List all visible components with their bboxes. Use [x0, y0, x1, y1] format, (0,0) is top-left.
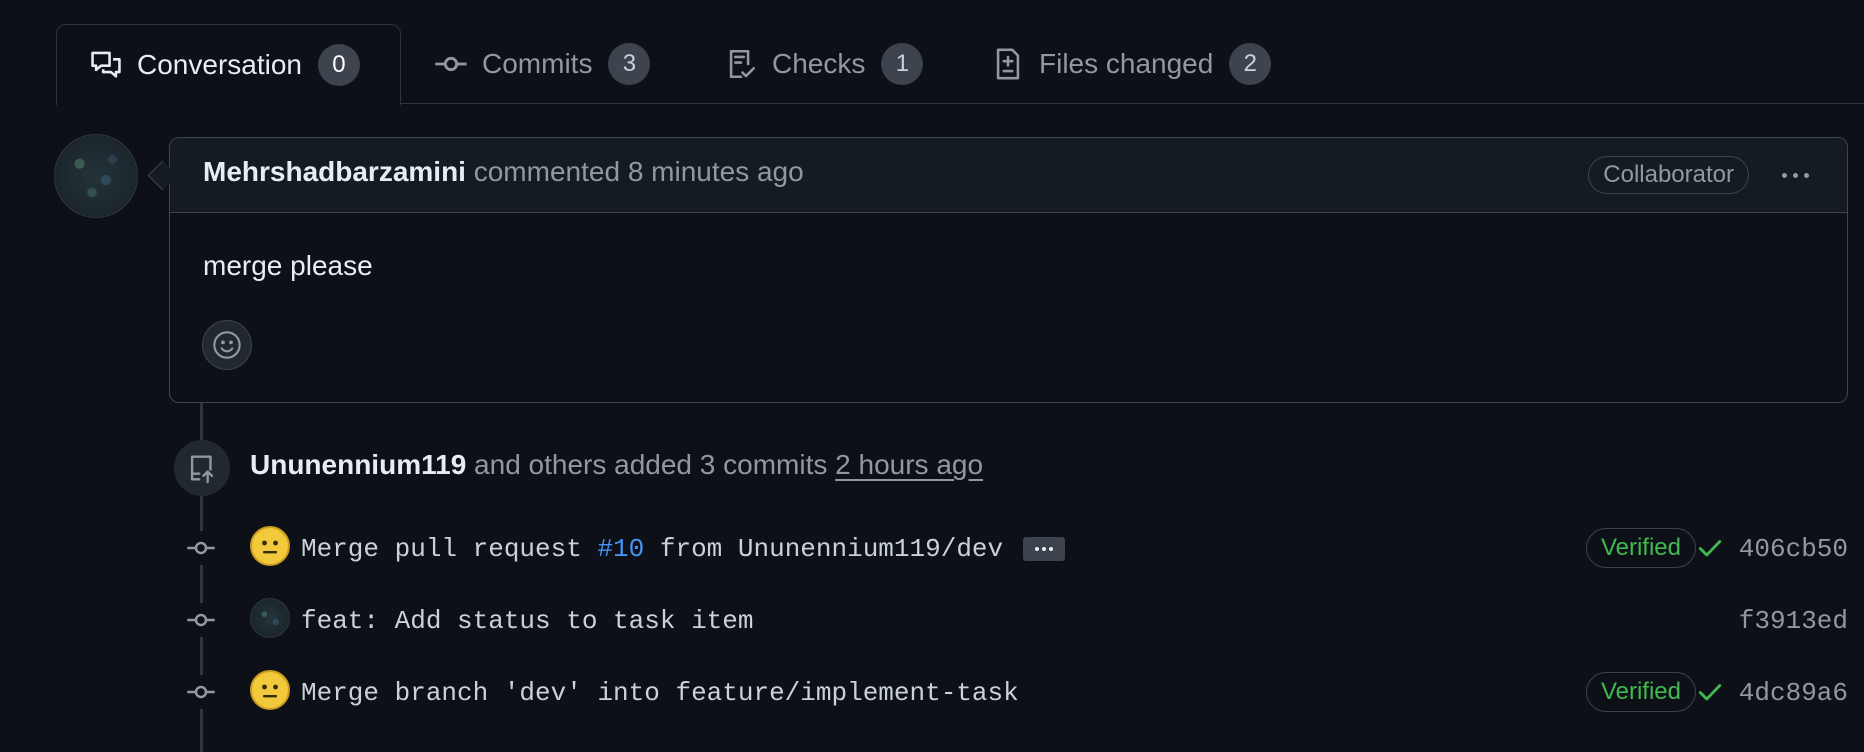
check-icon[interactable]	[1697, 679, 1723, 705]
checklist-icon	[729, 49, 756, 79]
commit-author-avatar[interactable]	[250, 598, 290, 638]
commit-sha-link[interactable]: 406cb50	[1739, 534, 1848, 564]
commit-row: Merge branch 'dev' into feature/implemen…	[180, 666, 1848, 716]
tab-files-changed[interactable]: Files changed 2	[991, 24, 1272, 104]
comment-discussion-icon	[91, 51, 121, 78]
file-diff-icon	[996, 48, 1020, 80]
comment-action: commented	[473, 156, 621, 187]
pull-request-link[interactable]: #10	[597, 534, 644, 564]
verified-badge[interactable]: Verified	[1585, 672, 1696, 712]
neutral-face-icon	[262, 684, 278, 698]
tab-conversation-counter: 0	[317, 44, 360, 86]
kebab-dot	[1803, 172, 1809, 178]
comment-author-link[interactable]: Mehrshadbarzamini	[203, 156, 466, 187]
commit-row: Merge pull request #10 from Ununennium11…	[180, 522, 1848, 572]
tab-conversation-label: Conversation	[137, 49, 302, 80]
commit-sha-link[interactable]: f3913ed	[1739, 606, 1848, 636]
commit-row: feat: Add status to task item f3913ed	[180, 594, 1848, 644]
push-event-description: and others added 3 commits	[474, 449, 828, 480]
neutral-face-icon	[262, 540, 278, 554]
comment-author-avatar[interactable]	[54, 134, 138, 218]
commit-message[interactable]: Merge branch 'dev' into feature/implemen…	[301, 678, 1019, 708]
tab-commits[interactable]: Commits 3	[434, 24, 651, 104]
git-commit-icon	[184, 531, 218, 565]
commit-message-prefix: Merge pull request	[301, 534, 598, 564]
commit-message[interactable]: Merge pull request #10 from Ununennium11…	[301, 534, 1066, 564]
comment-body: merge please	[203, 250, 373, 281]
commit-author-avatar[interactable]	[250, 526, 290, 566]
ellipsis-dot	[1042, 547, 1047, 552]
tab-checks-counter: 1	[881, 43, 924, 85]
push-event-timestamp[interactable]: 2 hours ago	[835, 449, 983, 480]
git-commit-icon	[184, 675, 218, 709]
push-author-link[interactable]: Ununennium119	[250, 449, 466, 480]
tab-commits-counter: 3	[608, 43, 651, 85]
tab-conversation[interactable]: Conversation 0	[56, 24, 401, 105]
check-icon[interactable]	[1697, 535, 1723, 561]
push-event-badge	[174, 440, 230, 496]
git-commit-icon	[184, 603, 218, 637]
add-reaction-button[interactable]	[202, 320, 252, 370]
commit-message[interactable]: feat: Add status to task item	[301, 606, 753, 636]
tab-files-changed-counter: 2	[1229, 43, 1272, 85]
comment-options-button[interactable]	[1773, 158, 1817, 192]
tab-commits-label: Commits	[482, 48, 593, 79]
tab-files-changed-label: Files changed	[1039, 48, 1214, 79]
comment-meta: Mehrshadbarzamini commented 8 minutes ag…	[203, 156, 804, 188]
ellipsis-dot	[1035, 547, 1040, 552]
git-commit-icon	[435, 56, 467, 72]
kebab-dot	[1792, 172, 1798, 178]
smiley-icon	[213, 331, 241, 359]
collaborator-badge: Collaborator	[1588, 156, 1749, 194]
ellipsis-dot	[1049, 547, 1054, 552]
push-event-text: Ununennium119 and others added 3 commits…	[250, 449, 983, 481]
verified-badge[interactable]: Verified	[1585, 528, 1696, 568]
pr-tab-bar: Conversation 0 Commits 3 Checks 1 Files …	[0, 0, 1864, 105]
comment-box: Mehrshadbarzamini commented 8 minutes ag…	[169, 137, 1848, 403]
expand-commit-message-button[interactable]	[1023, 537, 1066, 562]
comment-header: Mehrshadbarzamini commented 8 minutes ag…	[170, 138, 1847, 213]
kebab-horizontal-icon	[1781, 172, 1787, 178]
commit-message-suffix: from Ununennium119/dev	[644, 534, 1004, 564]
tab-checks[interactable]: Checks 1	[724, 24, 924, 104]
commit-sha-link[interactable]: 4dc89a6	[1739, 678, 1848, 708]
repo-push-icon	[190, 455, 214, 484]
tab-checks-label: Checks	[772, 48, 866, 79]
commit-author-avatar[interactable]	[250, 670, 290, 710]
comment-timestamp[interactable]: 8 minutes ago	[628, 156, 804, 187]
